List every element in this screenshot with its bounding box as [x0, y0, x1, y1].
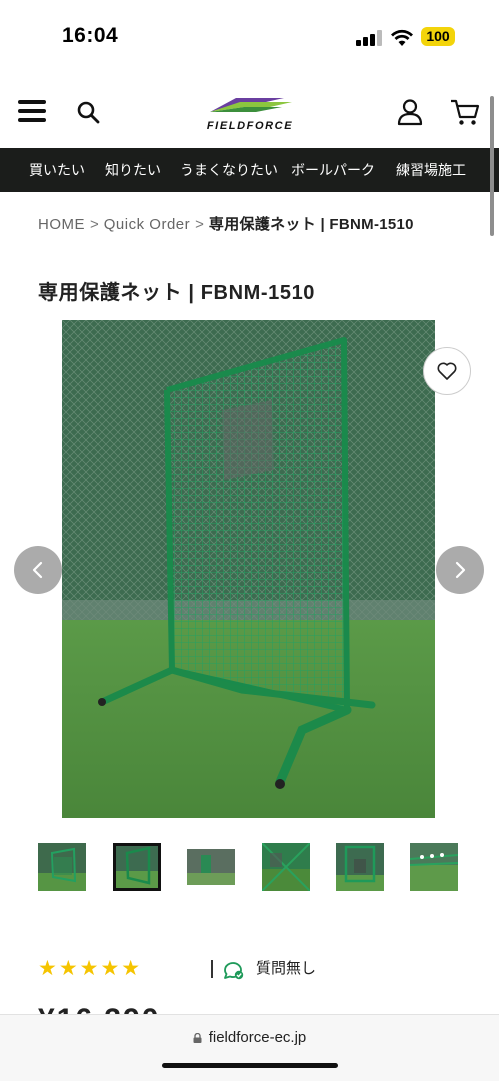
rating-row: ★★★★★ 質問無し	[38, 957, 458, 981]
product-thumbnail[interactable]	[262, 843, 310, 891]
thumbnail-strip	[0, 843, 499, 893]
product-title: 専用保護ネット | FBNM-1510	[38, 282, 316, 304]
rating-divider	[211, 960, 213, 978]
status-time: 16:04	[62, 24, 119, 47]
hamburger-menu-icon[interactable]	[18, 100, 46, 122]
batting-net-photo	[62, 320, 435, 818]
thumbnail-image	[113, 843, 161, 891]
lock-icon	[193, 1033, 202, 1043]
breadcrumb-current: 専用保護ネット | FBNM-1510	[208, 216, 414, 233]
user-icon[interactable]	[396, 98, 424, 126]
product-thumbnail[interactable]	[336, 843, 384, 891]
browser-address-bar[interactable]: fieldforce-ec.jp	[0, 1014, 499, 1081]
carousel-next-button[interactable]	[436, 546, 484, 594]
logo-text: FIELDFORCE	[206, 120, 294, 132]
qa-status-text[interactable]: 質問無し	[256, 957, 316, 981]
url-text: fieldforce-ec.jp	[208, 1029, 307, 1046]
wifi-icon	[391, 29, 413, 46]
nav-item-learn[interactable]: 知りたい	[105, 148, 161, 192]
cart-icon[interactable]	[450, 98, 480, 126]
carousel-prev-button[interactable]	[14, 546, 62, 594]
battery-indicator: 100	[421, 27, 455, 46]
breadcrumb-separator: >	[90, 216, 99, 233]
qa-chat-icon[interactable]	[222, 959, 244, 981]
breadcrumb-separator: >	[195, 216, 204, 233]
product-thumbnail[interactable]	[187, 843, 235, 891]
breadcrumb-home[interactable]: HOME	[38, 216, 85, 233]
home-indicator[interactable]	[162, 1063, 338, 1068]
product-thumbnail-selected[interactable]	[113, 843, 161, 891]
product-thumbnail[interactable]	[410, 843, 458, 891]
cellular-signal-icon	[356, 30, 382, 46]
url-field[interactable]: fieldforce-ec.jp	[0, 1029, 499, 1046]
thumbnail-image	[38, 843, 86, 891]
search-icon[interactable]	[76, 100, 100, 124]
nav-item-buy[interactable]: 買いたい	[29, 148, 85, 192]
breadcrumb: HOME > Quick Order > 専用保護ネット | FBNM-1510	[38, 213, 414, 234]
thumbnail-image	[410, 843, 458, 891]
chevron-right-icon	[455, 561, 466, 579]
thumbnail-image	[187, 843, 235, 891]
status-bar: 16:04 100	[0, 0, 499, 72]
product-thumbnail[interactable]	[38, 843, 86, 891]
rating-stars[interactable]: ★★★★★	[38, 957, 142, 981]
nav-item-facility[interactable]: 練習場施工	[396, 148, 466, 192]
product-image[interactable]	[62, 320, 435, 818]
breadcrumb-quick-order[interactable]: Quick Order	[104, 216, 190, 233]
page-scrollbar[interactable]	[490, 96, 494, 236]
nav-item-ballpark[interactable]: ボールパーク	[291, 148, 375, 192]
heart-icon	[437, 362, 457, 380]
chevron-left-icon	[32, 561, 43, 579]
category-nav: 買いたい 知りたい うまくなりたい ボールパーク 練習場施工	[0, 148, 499, 192]
nav-item-improve[interactable]: うまくなりたい	[180, 148, 278, 192]
site-header: FIELDFORCE	[0, 80, 499, 148]
favorite-button[interactable]	[423, 347, 471, 395]
logo-swoosh-icon	[210, 98, 292, 112]
fieldforce-logo[interactable]: FIELDFORCE	[196, 90, 304, 136]
thumbnail-image	[262, 843, 310, 891]
thumbnail-image	[336, 843, 384, 891]
